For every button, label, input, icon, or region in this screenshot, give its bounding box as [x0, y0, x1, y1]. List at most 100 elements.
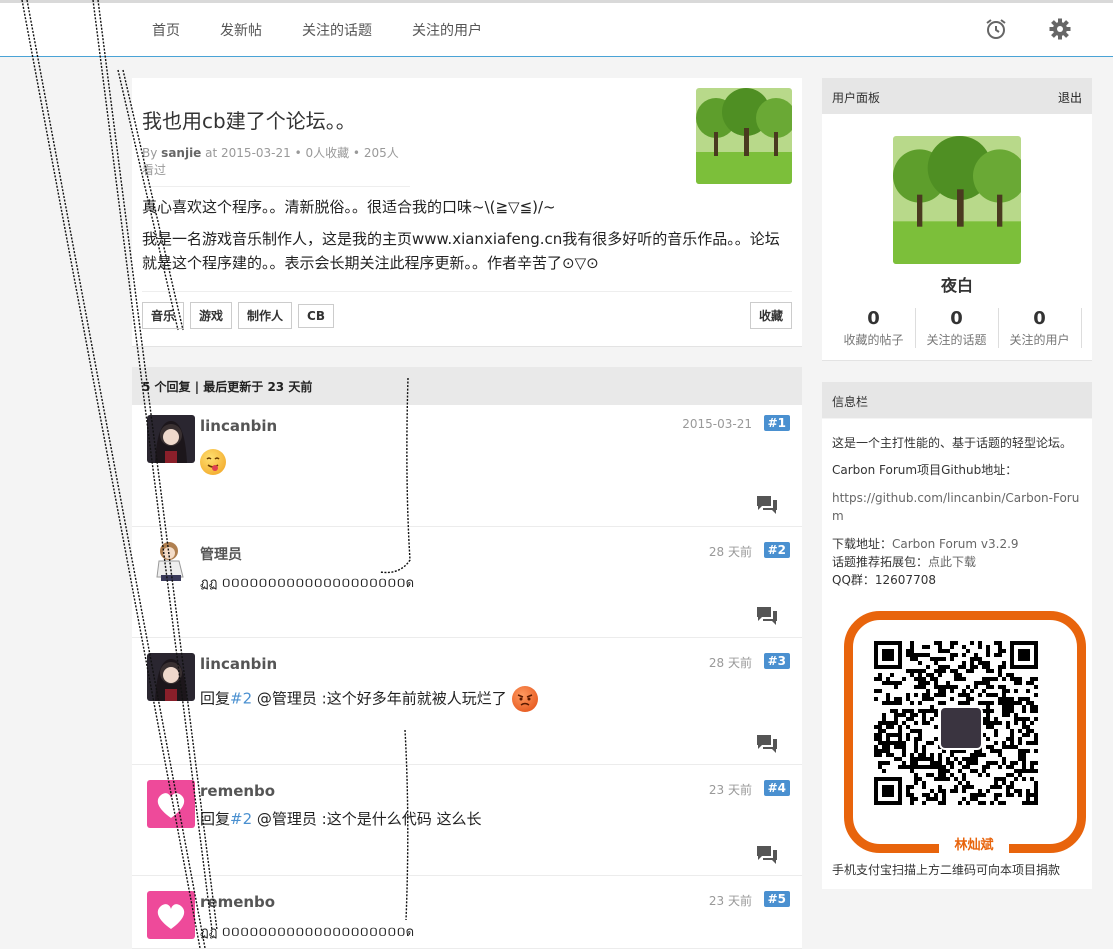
qr-module: [1030, 709, 1034, 713]
qr-module: [926, 681, 930, 685]
qq-group: QQ群：12607708: [832, 573, 936, 587]
qr-module: [906, 789, 910, 793]
tongue-emoji-icon: [200, 449, 226, 475]
reply-username[interactable]: lincanbin: [200, 655, 277, 673]
logout-link[interactable]: 退出: [1058, 89, 1082, 106]
qr-module: [942, 669, 946, 673]
nav-home[interactable]: 首页: [152, 20, 180, 40]
tag-producer[interactable]: 制作人: [238, 302, 293, 329]
qr-module: [926, 653, 930, 657]
qr-module: [986, 677, 990, 681]
qr-module: [886, 697, 890, 701]
qr-module: [1002, 741, 1006, 745]
qr-module: [1014, 769, 1018, 773]
reply-icon[interactable]: [756, 734, 778, 754]
qr-module: [986, 669, 990, 673]
stat-followed-topics[interactable]: 0 关注的话题: [915, 308, 999, 348]
qr-module: [926, 697, 930, 701]
qr-module: [890, 741, 894, 745]
tag-music[interactable]: 音乐: [142, 302, 185, 329]
qr-module: [898, 745, 902, 749]
qr-module: [1010, 793, 1014, 797]
extension-download-link[interactable]: 点此下载: [928, 555, 976, 569]
qr-module: [914, 757, 918, 761]
stat-favorite-posts[interactable]: 0 收藏的帖子: [832, 308, 916, 348]
avatar[interactable]: [147, 653, 195, 701]
user-name[interactable]: 夜白: [822, 272, 1092, 296]
qr-module: [998, 785, 1002, 789]
qr-module: [962, 797, 966, 801]
qr-module: [1018, 681, 1022, 685]
qr-module: [910, 769, 914, 773]
avatar[interactable]: [147, 891, 195, 939]
qr-module: [994, 797, 998, 801]
qr-module: [982, 793, 986, 797]
reply-username[interactable]: 管理员: [200, 544, 242, 564]
tag-cb[interactable]: CB: [298, 304, 334, 328]
reply-username[interactable]: remenbo: [200, 893, 275, 911]
avatar[interactable]: [147, 415, 195, 463]
qr-module: [986, 765, 990, 769]
user-panel-header: 用户面板 退出: [822, 78, 1092, 114]
qr-module: [890, 725, 894, 729]
qr-module: [934, 777, 938, 781]
reply-username[interactable]: remenbo: [200, 782, 275, 800]
qr-module: [918, 753, 922, 757]
qr-module: [910, 761, 914, 765]
reply-icon[interactable]: [756, 606, 778, 626]
nav-followed-topics[interactable]: 关注的话题: [302, 20, 372, 40]
qr-module: [994, 721, 998, 725]
qr-module: [962, 757, 966, 761]
qr-module: [910, 709, 914, 713]
reply-floor-number[interactable]: #3: [763, 653, 790, 669]
gear-icon[interactable]: [1048, 17, 1072, 41]
github-url[interactable]: https://github.com/lincanbin/Carbon-Foru…: [832, 491, 1079, 523]
reply-floor-number[interactable]: #1: [763, 415, 790, 431]
qr-module: [934, 657, 938, 661]
qr-module: [966, 761, 970, 765]
qr-module: [1018, 753, 1022, 757]
qr-module: [978, 681, 982, 685]
qr-module: [898, 701, 902, 705]
reply-floor-number[interactable]: #5: [763, 891, 790, 907]
tag-game[interactable]: 游戏: [190, 302, 233, 329]
reply-time: 28 天前: [708, 656, 752, 670]
qr-module: [890, 709, 894, 713]
qr-module: [902, 713, 906, 717]
qr-module: [886, 737, 890, 741]
qr-module: [942, 765, 946, 769]
qr-module: [922, 709, 926, 713]
stat-followed-users[interactable]: 0 关注的用户: [998, 308, 1082, 348]
qr-module: [970, 769, 974, 773]
qr-module: [894, 721, 898, 725]
qr-module: [970, 657, 974, 661]
reply-icon[interactable]: [756, 495, 778, 515]
qr-module: [906, 697, 910, 701]
reply-floor-number[interactable]: #4: [763, 780, 790, 796]
reply-username[interactable]: lincanbin: [200, 417, 277, 435]
github-link[interactable]: https://github.com/lincanbin/Carbon-Foru…: [832, 489, 1082, 525]
download-link[interactable]: Carbon Forum v3.2.9: [892, 537, 1019, 551]
nav-new-post[interactable]: 发新帖: [220, 20, 262, 40]
topic-author-link[interactable]: sanjie: [161, 146, 201, 160]
qr-module: [894, 741, 898, 745]
qr-module: [974, 653, 978, 657]
qr-module: [954, 685, 958, 689]
nav-followed-users[interactable]: 关注的用户: [412, 20, 482, 40]
alarm-clock-icon[interactable]: [984, 17, 1008, 41]
qr-module: [910, 669, 914, 673]
reply-item: lincanbin 28 天前 #3 回复#2 @管理员 :这个好多年前就被人玩…: [132, 638, 802, 765]
reply-icon[interactable]: [756, 845, 778, 865]
qr-module: [1010, 761, 1014, 765]
quote-link[interactable]: #2: [230, 690, 252, 708]
topic-author-avatar[interactable]: [696, 88, 792, 184]
qr-module: [918, 685, 922, 689]
reply-floor-number[interactable]: #2: [763, 542, 790, 558]
avatar[interactable]: [147, 780, 195, 828]
avatar[interactable]: [147, 537, 195, 585]
quote-link[interactable]: #2: [230, 810, 252, 828]
qr-module: [906, 653, 910, 657]
favorite-button[interactable]: 收藏: [749, 302, 792, 329]
qr-module: [966, 701, 970, 705]
user-avatar[interactable]: [893, 136, 1021, 264]
